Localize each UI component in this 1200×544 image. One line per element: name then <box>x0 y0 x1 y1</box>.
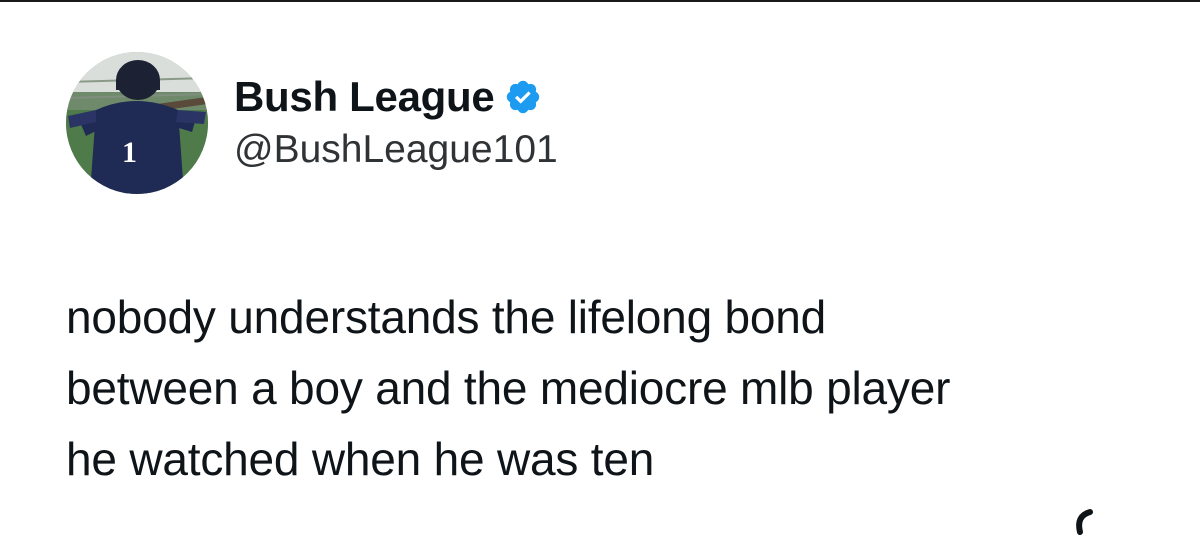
tweet-header: 1 Bush League @BushLeague101 <box>66 52 558 194</box>
author-display-name[interactable]: Bush League <box>234 72 495 122</box>
verified-badge-icon[interactable] <box>504 78 542 116</box>
partial-glyph-icon <box>1068 508 1096 539</box>
avatar[interactable]: 1 <box>66 52 208 194</box>
tweet-text-line: nobody understands the lifelong bond <box>66 291 827 343</box>
author-identity: Bush League @BushLeague101 <box>234 72 558 174</box>
author-handle[interactable]: @BushLeague101 <box>234 126 558 174</box>
tweet-text: nobody understands the lifelong bond bet… <box>66 282 1166 495</box>
tweet-text-line: he watched when he was ten <box>66 433 655 485</box>
avatar-jersey-number: 1 <box>122 136 137 169</box>
top-border <box>0 0 1200 2</box>
avatar-image: 1 <box>66 52 208 194</box>
author-name-row: Bush League <box>234 72 558 122</box>
tweet-text-line: between a boy and the mediocre mlb playe… <box>66 362 951 414</box>
